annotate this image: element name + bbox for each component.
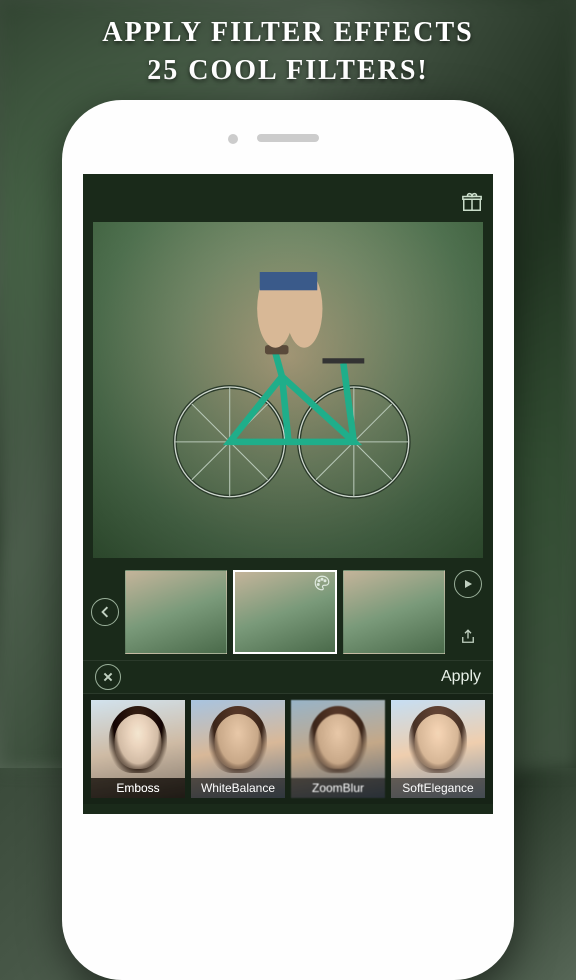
action-row: Apply: [83, 660, 493, 694]
chevron-left-icon: [99, 606, 111, 618]
filter-option-zoomblur[interactable]: ZoomBlur: [291, 700, 385, 798]
share-icon: [459, 628, 477, 646]
filter-label: WhiteBalance: [191, 778, 285, 798]
filter-strip: Emboss WhiteBalance ZoomBlur SoftEleganc…: [83, 694, 493, 804]
thumb-side-controls: [451, 570, 485, 654]
clip-thumbnail[interactable]: [125, 570, 227, 654]
filter-option-emboss[interactable]: Emboss: [91, 700, 185, 798]
bicycle-illustration: [152, 272, 425, 507]
filter-option-whitebalance[interactable]: WhiteBalance: [191, 700, 285, 798]
apply-button[interactable]: Apply: [441, 668, 481, 686]
gift-icon[interactable]: [461, 191, 483, 219]
play-icon: [463, 579, 473, 589]
filter-option-softelegance[interactable]: SoftElegance: [391, 700, 485, 798]
phone-speaker: [257, 134, 319, 142]
clip-thumbnail-row: [83, 564, 493, 660]
status-bar: [83, 174, 493, 190]
headline-line-1: APPLY FILTER EFFECTS: [0, 14, 576, 52]
filter-label: Emboss: [91, 778, 185, 798]
share-button[interactable]: [459, 628, 477, 651]
play-button[interactable]: [454, 570, 482, 598]
app-screen: Apply Emboss WhiteBalance ZoomBlur SoftE…: [83, 174, 493, 814]
top-bar: [83, 190, 493, 220]
back-button[interactable]: [91, 598, 119, 626]
filter-label: ZoomBlur: [291, 778, 385, 798]
filter-label: SoftElegance: [391, 778, 485, 798]
main-photo-preview: [93, 222, 483, 558]
phone-frame: Apply Emboss WhiteBalance ZoomBlur SoftE…: [62, 100, 514, 980]
headline-line-2: 25 COOL FILTERS!: [0, 52, 576, 90]
clip-thumbnail[interactable]: [233, 570, 337, 654]
promo-headline: APPLY FILTER EFFECTS 25 COOL FILTERS!: [0, 0, 576, 98]
phone-camera: [228, 134, 238, 144]
close-icon: [102, 671, 114, 683]
close-button[interactable]: [95, 664, 121, 690]
palette-icon: [313, 574, 331, 597]
clip-thumbnail[interactable]: [343, 570, 445, 654]
